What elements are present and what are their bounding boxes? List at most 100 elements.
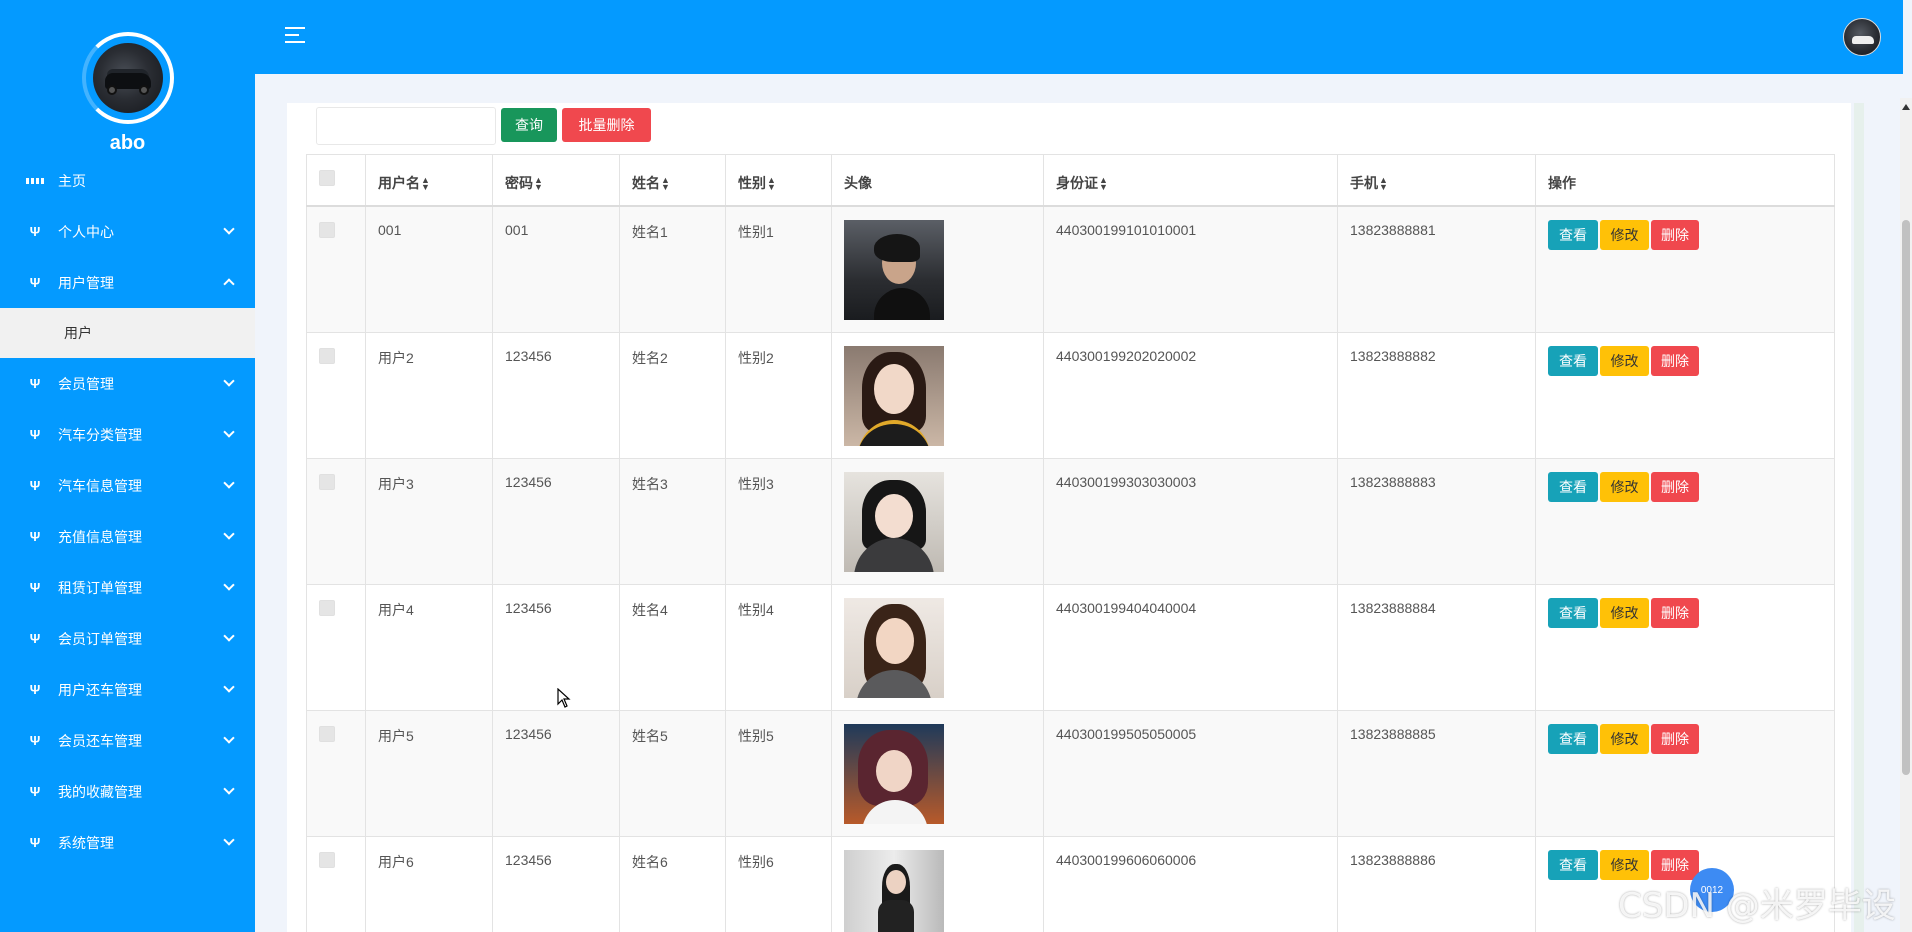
table-row: 用户3 123456 姓名3 性别3 440300199303030003 13… — [306, 458, 1835, 585]
user-photo[interactable] — [844, 724, 944, 824]
header-phone[interactable]: 手机▲ ▼ — [1337, 154, 1536, 207]
sidebar-item-member-orders[interactable]: Ψ 会员订单管理 — [0, 613, 255, 664]
query-button[interactable]: 查询 — [501, 108, 557, 142]
select-all-checkbox[interactable] — [319, 170, 335, 186]
cell-name: 姓名1 — [619, 205, 726, 333]
delete-button[interactable]: 删除 — [1651, 472, 1699, 502]
row-checkbox[interactable] — [319, 600, 335, 616]
sort-icon: ▲ ▼ — [767, 175, 776, 193]
header-avatar[interactable] — [1843, 18, 1881, 56]
header-password[interactable]: 密码▲ ▼ — [492, 154, 620, 207]
stethoscope-icon: Ψ — [29, 682, 41, 697]
delete-button[interactable]: 删除 — [1651, 598, 1699, 628]
view-button[interactable]: 查看 — [1548, 346, 1598, 376]
sidebar-item-rental-orders[interactable]: Ψ 租赁订单管理 — [0, 562, 255, 613]
sidebar-subitem-users[interactable]: 用户 — [0, 308, 255, 358]
stethoscope-icon: Ψ — [29, 835, 41, 850]
header-name[interactable]: 姓名▲ ▼ — [619, 154, 726, 207]
user-photo[interactable] — [844, 850, 944, 932]
edit-button[interactable]: 修改 — [1600, 724, 1649, 754]
sidebar-profile: abo — [0, 0, 255, 155]
table-row: 001 001 姓名1 性别1 440300199101010001 13823… — [306, 205, 1835, 333]
batch-delete-button[interactable]: 批量删除 — [562, 108, 651, 142]
delete-button[interactable]: 删除 — [1651, 850, 1699, 880]
sidebar: abo 主页 Ψ 个人中心 Ψ 用户管理 用户 Ψ 会员管理 Ψ 汽车分类管理 — [0, 0, 255, 932]
edit-button[interactable]: 修改 — [1600, 850, 1649, 880]
chevron-down-icon — [223, 630, 235, 642]
sidebar-subitem-label: 用户 — [64, 325, 92, 341]
cell-username: 用户5 — [365, 710, 493, 837]
edit-button[interactable]: 修改 — [1600, 598, 1649, 628]
sidebar-item-label: 会员订单管理 — [58, 630, 142, 647]
user-photo[interactable] — [844, 346, 944, 446]
row-checkbox[interactable] — [319, 348, 335, 364]
sidebar-item-label: 我的收藏管理 — [58, 783, 142, 800]
cell-username: 用户3 — [365, 458, 493, 585]
scroll-up-arrow-icon[interactable] — [1902, 104, 1910, 110]
edit-button[interactable]: 修改 — [1600, 472, 1649, 502]
chevron-down-icon — [223, 732, 235, 744]
scrollbar-thumb[interactable] — [1902, 220, 1910, 775]
cell-name: 姓名3 — [619, 458, 726, 585]
cell-phone: 13823888885 — [1337, 710, 1536, 837]
delete-button[interactable]: 删除 — [1651, 220, 1699, 250]
cell-password: 123456 — [492, 458, 620, 585]
cell-name: 姓名6 — [619, 836, 726, 932]
sort-icon: ▲ ▼ — [421, 175, 430, 193]
chevron-down-icon — [223, 426, 235, 438]
avatar[interactable] — [93, 43, 163, 113]
sidebar-item-label: 个人中心 — [58, 223, 114, 240]
sidebar-item-car-category[interactable]: Ψ 汽车分类管理 — [0, 409, 255, 460]
stethoscope-icon: Ψ — [29, 733, 41, 748]
row-checkbox[interactable] — [319, 726, 335, 742]
cell-password: 123456 — [492, 836, 620, 932]
chevron-down-icon — [223, 579, 235, 591]
user-photo[interactable] — [844, 598, 944, 698]
chevron-down-icon — [223, 477, 235, 489]
header-select-all[interactable] — [306, 154, 366, 207]
edit-button[interactable]: 修改 — [1600, 220, 1649, 250]
sidebar-item-recharge[interactable]: Ψ 充值信息管理 — [0, 511, 255, 562]
sidebar-item-label: 主页 — [58, 172, 86, 189]
sidebar-item-label: 汽车信息管理 — [58, 477, 142, 494]
header-username[interactable]: 用户名▲ ▼ — [365, 154, 493, 207]
delete-button[interactable]: 删除 — [1651, 346, 1699, 376]
row-actions: 查看 修改 删除 — [1548, 472, 1822, 502]
row-checkbox[interactable] — [319, 222, 335, 238]
row-checkbox[interactable] — [319, 852, 335, 868]
delete-button[interactable]: 删除 — [1651, 724, 1699, 754]
sidebar-item-home[interactable]: 主页 — [0, 155, 255, 206]
header-id-card[interactable]: 身份证▲ ▼ — [1043, 154, 1338, 207]
grid-icon — [26, 173, 44, 189]
edit-button[interactable]: 修改 — [1600, 346, 1649, 376]
cell-gender: 性别6 — [725, 836, 832, 932]
panel-edge — [1854, 103, 1864, 932]
row-actions: 查看 修改 删除 — [1548, 346, 1822, 376]
sidebar-item-personal-center[interactable]: Ψ 个人中心 — [0, 206, 255, 257]
sidebar-item-favorites[interactable]: Ψ 我的收藏管理 — [0, 766, 255, 817]
view-button[interactable]: 查看 — [1548, 598, 1598, 628]
sidebar-item-car-info[interactable]: Ψ 汽车信息管理 — [0, 460, 255, 511]
sidebar-item-user-return[interactable]: Ψ 用户还车管理 — [0, 664, 255, 715]
sidebar-item-user-management[interactable]: Ψ 用户管理 — [0, 257, 255, 308]
sidebar-username: abo — [109, 132, 146, 154]
cell-name: 姓名4 — [619, 584, 726, 711]
view-button[interactable]: 查看 — [1548, 724, 1598, 754]
menu-toggle-icon[interactable] — [285, 27, 307, 43]
view-button[interactable]: 查看 — [1548, 850, 1598, 880]
watermark: CSDN @米罗毕设 — [1618, 886, 1896, 926]
sidebar-item-member-management[interactable]: Ψ 会员管理 — [0, 358, 255, 409]
row-actions: 查看 修改 删除 — [1548, 724, 1822, 754]
search-input[interactable] — [316, 107, 496, 145]
cell-phone: 13823888884 — [1337, 584, 1536, 711]
stethoscope-icon: Ψ — [29, 427, 41, 442]
user-photo[interactable] — [844, 472, 944, 572]
sidebar-item-member-return[interactable]: Ψ 会员还车管理 — [0, 715, 255, 766]
cell-id-card: 440300199101010001 — [1043, 205, 1338, 333]
row-checkbox[interactable] — [319, 474, 335, 490]
view-button[interactable]: 查看 — [1548, 472, 1598, 502]
user-photo[interactable] — [844, 220, 944, 320]
header-gender[interactable]: 性别▲ ▼ — [725, 154, 832, 207]
view-button[interactable]: 查看 — [1548, 220, 1598, 250]
sidebar-item-system[interactable]: Ψ 系统管理 — [0, 817, 255, 868]
